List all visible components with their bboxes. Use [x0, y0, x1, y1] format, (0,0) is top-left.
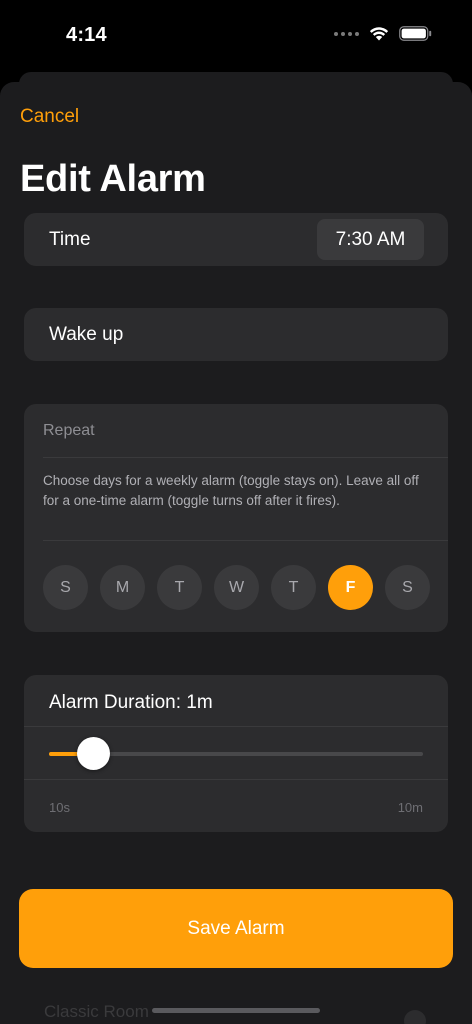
home-indicator[interactable]: [152, 1008, 320, 1013]
day-toggle-monday[interactable]: M: [100, 565, 145, 610]
alarm-duration-section: Alarm Duration: 1m 10s 10m: [24, 675, 448, 832]
divider: [24, 779, 448, 780]
duration-label: Alarm Duration: 1m: [49, 692, 213, 713]
day-toggle-tuesday[interactable]: T: [157, 565, 202, 610]
day-toggle-thursday[interactable]: T: [271, 565, 316, 610]
day-toggle-friday[interactable]: F: [328, 565, 373, 610]
divider: [43, 457, 448, 458]
slider-min-label: 10s: [49, 800, 70, 815]
divider: [24, 726, 448, 727]
day-selector: S M T W T F S: [43, 565, 430, 610]
status-icons: [334, 26, 432, 41]
status-time: 4:14: [66, 24, 107, 46]
alarm-name-row: [24, 308, 448, 361]
page-title: Edit Alarm: [20, 158, 206, 200]
repeat-header: Repeat: [43, 422, 95, 439]
underlying-list-item: Classic Room: [44, 1002, 149, 1021]
edit-alarm-sheet: Cancel Edit Alarm Time 7:30 AM Repeat Ch…: [0, 82, 472, 1024]
duration-slider[interactable]: [49, 737, 423, 770]
screen: 4:14 Cancel Edit Alarm Time 7:30 AM Wake…: [0, 0, 472, 1024]
time-picker-button[interactable]: 7:30 AM: [317, 219, 424, 260]
wifi-icon: [369, 27, 389, 41]
repeat-help-text: Choose days for a weekly alarm (toggle s…: [43, 473, 419, 508]
time-label: Time: [49, 229, 91, 250]
cellular-signal-icon: [334, 31, 359, 36]
day-toggle-wednesday[interactable]: W: [214, 565, 259, 610]
repeat-section: Repeat Choose days for a weekly alarm (t…: [24, 404, 448, 632]
divider: [43, 540, 448, 541]
alarm-name-input[interactable]: [49, 308, 429, 361]
cancel-button[interactable]: Cancel: [20, 106, 79, 128]
day-toggle-saturday[interactable]: S: [385, 565, 430, 610]
status-bar: 4:14: [0, 0, 472, 70]
time-row: Time 7:30 AM: [24, 213, 448, 266]
slider-max-label: 10m: [397, 800, 423, 815]
underlying-toggle: [404, 1010, 426, 1024]
battery-icon: [399, 26, 432, 41]
save-alarm-button[interactable]: Save Alarm: [19, 889, 453, 968]
slider-thumb[interactable]: [76, 737, 110, 770]
day-toggle-sunday[interactable]: S: [43, 565, 88, 610]
